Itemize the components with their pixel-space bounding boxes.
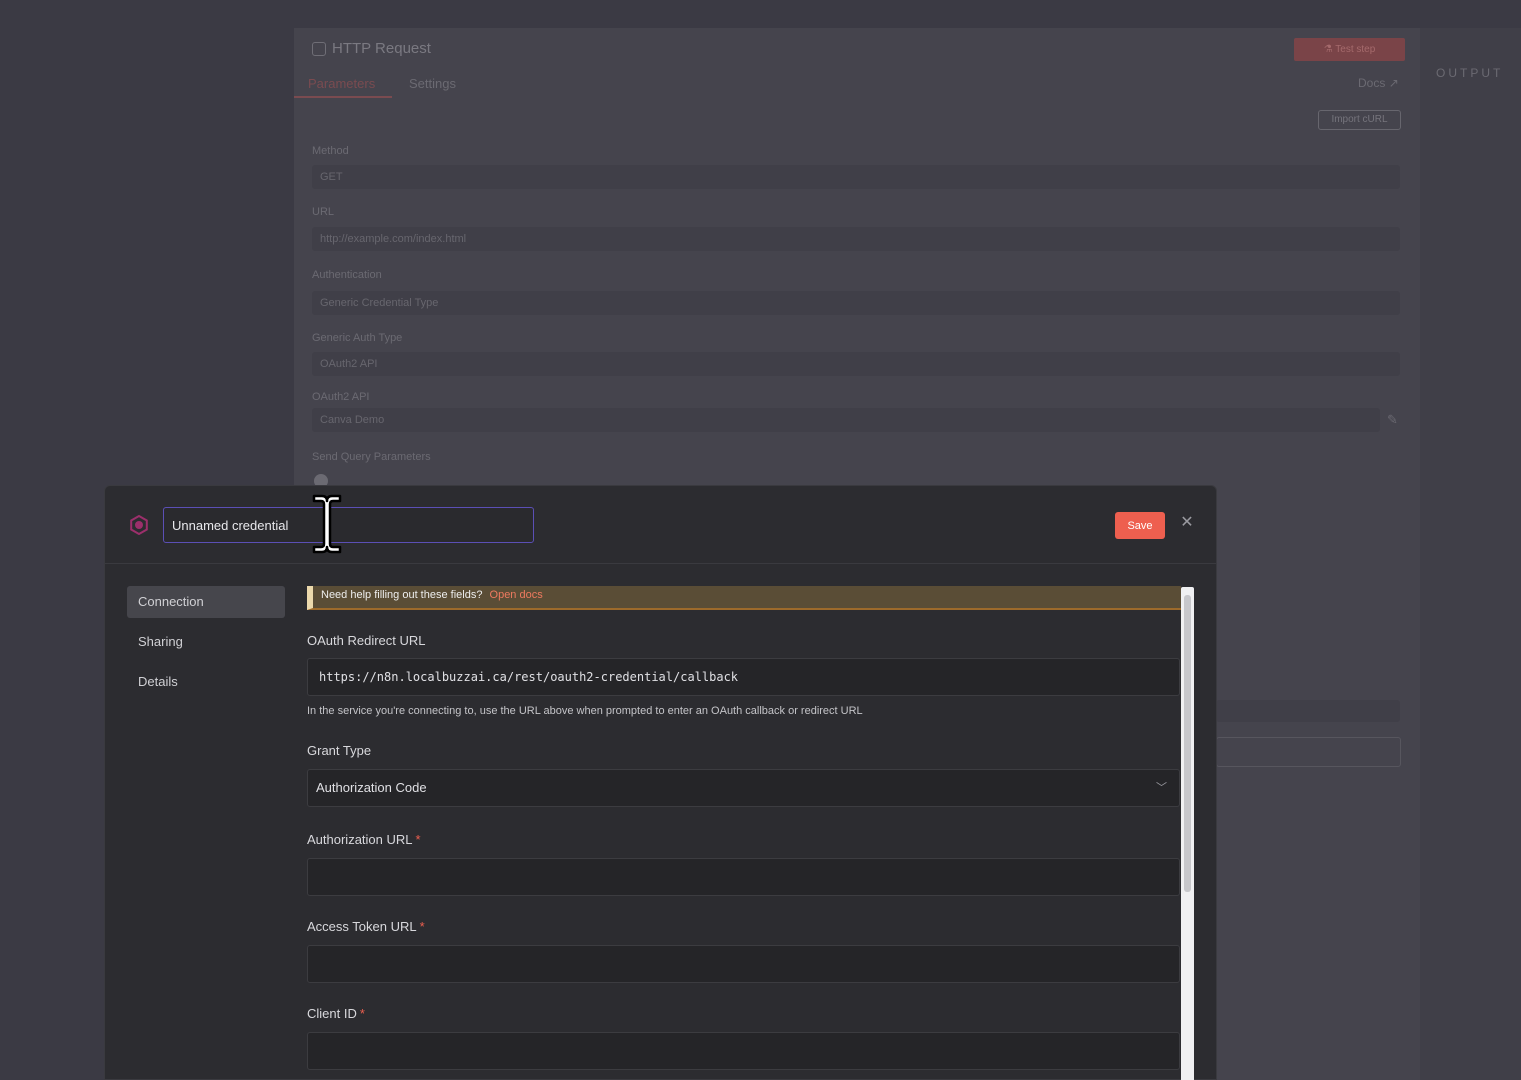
- required-marker: *: [419, 919, 425, 934]
- text-cursor-icon: [312, 494, 342, 554]
- help-banner-text: Need help filling out these fields?: [321, 589, 483, 601]
- help-banner: Need help filling out these fields? Open…: [307, 586, 1181, 610]
- background-field: [1216, 700, 1400, 722]
- method-label: Method: [312, 145, 349, 157]
- output-label: OUTPUT: [1436, 66, 1504, 80]
- client-id-label-text: Client ID: [307, 1006, 357, 1021]
- authorization-url-label-text: Authorization URL: [307, 832, 413, 847]
- generic-auth-type-label: Generic Auth Type: [312, 332, 403, 344]
- oauth2-api-select[interactable]: Canva Demo: [312, 408, 1380, 432]
- scrollbar-thumb[interactable]: [1184, 595, 1191, 892]
- import-curl-button[interactable]: Import cURL: [1318, 110, 1401, 130]
- sidebar-item-connection[interactable]: Connection: [127, 586, 285, 618]
- docs-link[interactable]: Docs ↗: [1358, 76, 1399, 90]
- modal-sidebar: Connection Sharing Details: [127, 586, 285, 706]
- docs-link-label: Docs: [1358, 76, 1386, 90]
- required-marker: *: [359, 1006, 365, 1021]
- url-label: URL: [312, 206, 335, 218]
- access-token-url-label: Access Token URL *: [307, 919, 425, 934]
- method-select[interactable]: GET: [312, 165, 1400, 189]
- access-token-url-label-text: Access Token URL: [307, 919, 417, 934]
- url-input[interactable]: http://example.com/index.html: [312, 227, 1400, 251]
- background-button: [1216, 737, 1401, 767]
- pencil-icon[interactable]: ✎: [1387, 412, 1398, 428]
- oauth2-api-label: OAuth2 API: [312, 391, 370, 403]
- globe-icon: [312, 42, 326, 56]
- form-scrollbar[interactable]: [1181, 587, 1194, 1080]
- sidebar-item-sharing[interactable]: Sharing: [127, 626, 285, 658]
- test-step-button[interactable]: ⚗ Test step: [1294, 38, 1405, 61]
- grant-type-label: Grant Type: [307, 743, 372, 758]
- node-title: HTTP Request: [332, 40, 431, 57]
- sidebar-item-details[interactable]: Details: [127, 666, 285, 698]
- flask-icon: ⚗: [1323, 44, 1336, 55]
- access-token-url-input[interactable]: [307, 945, 1180, 983]
- credential-name-input[interactable]: [163, 507, 534, 543]
- authentication-select[interactable]: Generic Credential Type: [312, 291, 1400, 315]
- credential-modal: Save ✕ Connection Sharing Details Need h…: [104, 485, 1217, 1080]
- active-tab-indicator: [294, 96, 392, 98]
- generic-auth-type-select[interactable]: OAuth2 API: [312, 352, 1400, 376]
- tab-settings[interactable]: Settings: [409, 76, 456, 91]
- oauth-gear-icon: [130, 515, 148, 535]
- chevron-down-icon: ﹀: [1156, 782, 1167, 794]
- grant-type-value: Authorization Code: [316, 780, 427, 795]
- redirect-url-label: OAuth Redirect URL: [307, 633, 426, 648]
- client-id-label: Client ID *: [307, 1006, 365, 1021]
- client-id-input[interactable]: [307, 1032, 1180, 1070]
- save-button[interactable]: Save: [1115, 512, 1165, 539]
- tab-parameters[interactable]: Parameters: [308, 76, 375, 91]
- modal-header: Save ✕: [105, 486, 1216, 564]
- redirect-url-hint: In the service you're connecting to, use…: [307, 705, 863, 717]
- send-query-label: Send Query Parameters: [312, 451, 431, 463]
- output-panel: [1420, 28, 1521, 1080]
- authentication-label: Authentication: [312, 269, 382, 281]
- required-marker: *: [415, 832, 421, 847]
- open-docs-link[interactable]: Open docs: [490, 589, 543, 601]
- authorization-url-input[interactable]: [307, 858, 1180, 896]
- redirect-url-field[interactable]: https://n8n.localbuzzai.ca/rest/oauth2-c…: [307, 658, 1180, 696]
- external-link-icon: ↗: [1388, 76, 1399, 90]
- authorization-url-label: Authorization URL *: [307, 832, 421, 847]
- test-step-label: Test step: [1335, 44, 1376, 55]
- grant-type-select[interactable]: Authorization Code ﹀: [307, 769, 1180, 807]
- close-icon[interactable]: ✕: [1178, 512, 1196, 534]
